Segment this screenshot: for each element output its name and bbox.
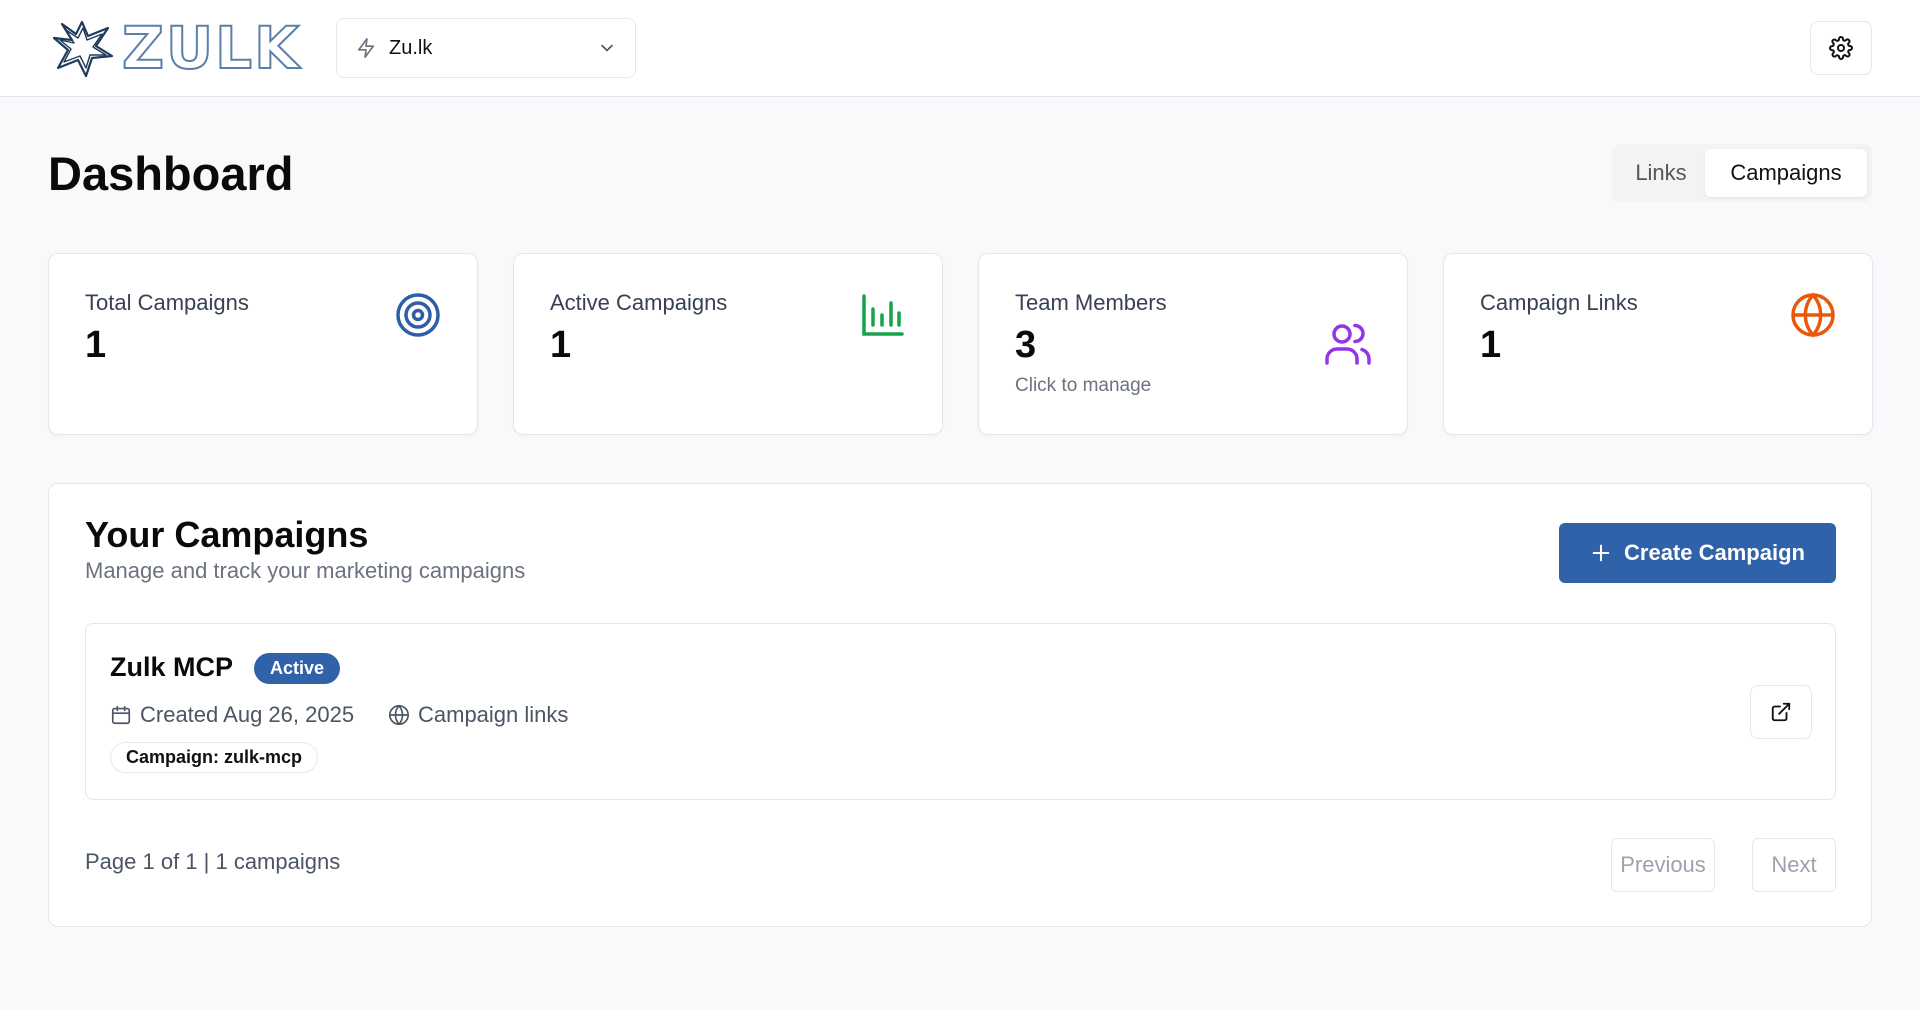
status-badge: Active <box>254 653 341 684</box>
campaign-row[interactable]: Zulk MCP Active Created Aug 26, 2025 Cam… <box>85 623 1836 800</box>
campaign-tag: Campaign: zulk-mcp <box>110 742 319 773</box>
chevron-down-icon <box>601 44 613 52</box>
plus-icon <box>1592 544 1610 562</box>
globe-icon <box>389 704 409 726</box>
bar-chart-icon <box>862 294 904 336</box>
campaign-created: Created Aug 26, 2025 <box>110 702 354 728</box>
stat-sub: Click to manage <box>1015 375 1152 396</box>
stat-card-active-campaigns: Active Campaigns 1 <box>513 253 943 435</box>
campaigns-title: Your Campaigns <box>85 514 369 555</box>
stat-card-team-members[interactable]: Team Members 3 Click to manage <box>978 253 1408 435</box>
logo-text: ZULK <box>121 14 302 82</box>
stat-value: 1 <box>1480 324 1502 366</box>
organization-select[interactable]: Zu.lk <box>336 18 636 78</box>
tab-links[interactable]: Links <box>1617 149 1705 197</box>
campaigns-panel: Your Campaigns Manage and track your mar… <box>48 483 1872 927</box>
stat-value: 3 <box>1015 324 1037 366</box>
stat-label: Total Campaigns <box>85 290 249 315</box>
pagination-info: Page 1 of 1 | 1 campaigns <box>85 849 341 874</box>
stat-value: 1 <box>85 324 107 366</box>
campaigns-subtitle: Manage and track your marketing campaign… <box>85 558 526 583</box>
calendar-icon <box>111 705 131 725</box>
stat-label: Campaign Links <box>1480 290 1638 315</box>
campaign-name: Zulk MCP <box>110 652 234 682</box>
target-icon <box>396 293 440 337</box>
campaign-links-meta: Campaign links <box>388 702 568 728</box>
logo-mark-icon <box>52 20 114 78</box>
stat-label: Active Campaigns <box>550 290 728 315</box>
create-campaign-label: Create Campaign <box>1624 540 1805 565</box>
bolt-icon <box>357 38 375 58</box>
created-date: Created Aug 26, 2025 <box>140 702 355 727</box>
campaign-links-label: Campaign links <box>418 702 569 727</box>
page-title: Dashboard <box>48 147 294 200</box>
stat-card-total-campaigns: Total Campaigns 1 <box>48 253 478 435</box>
stat-value: 1 <box>550 324 572 366</box>
top-bar: ZULK Zu.lk <box>0 0 1920 97</box>
globe-icon <box>1791 292 1835 338</box>
logo[interactable]: ZULK <box>52 16 312 80</box>
create-campaign-button[interactable]: Create Campaign <box>1559 523 1836 583</box>
next-page-button[interactable]: Next <box>1752 838 1836 892</box>
users-icon <box>1325 323 1371 365</box>
previous-page-button[interactable]: Previous <box>1611 838 1715 892</box>
open-campaign-button[interactable] <box>1750 685 1812 739</box>
gear-icon <box>1829 36 1853 60</box>
settings-button[interactable] <box>1810 21 1872 75</box>
stat-label: Team Members <box>1015 290 1167 315</box>
tab-campaigns[interactable]: Campaigns <box>1705 149 1867 197</box>
view-tabs: Links Campaigns <box>1612 144 1872 202</box>
stat-card-campaign-links: Campaign Links 1 <box>1443 253 1873 435</box>
organization-name: Zu.lk <box>389 36 433 59</box>
external-link-icon <box>1771 702 1791 722</box>
